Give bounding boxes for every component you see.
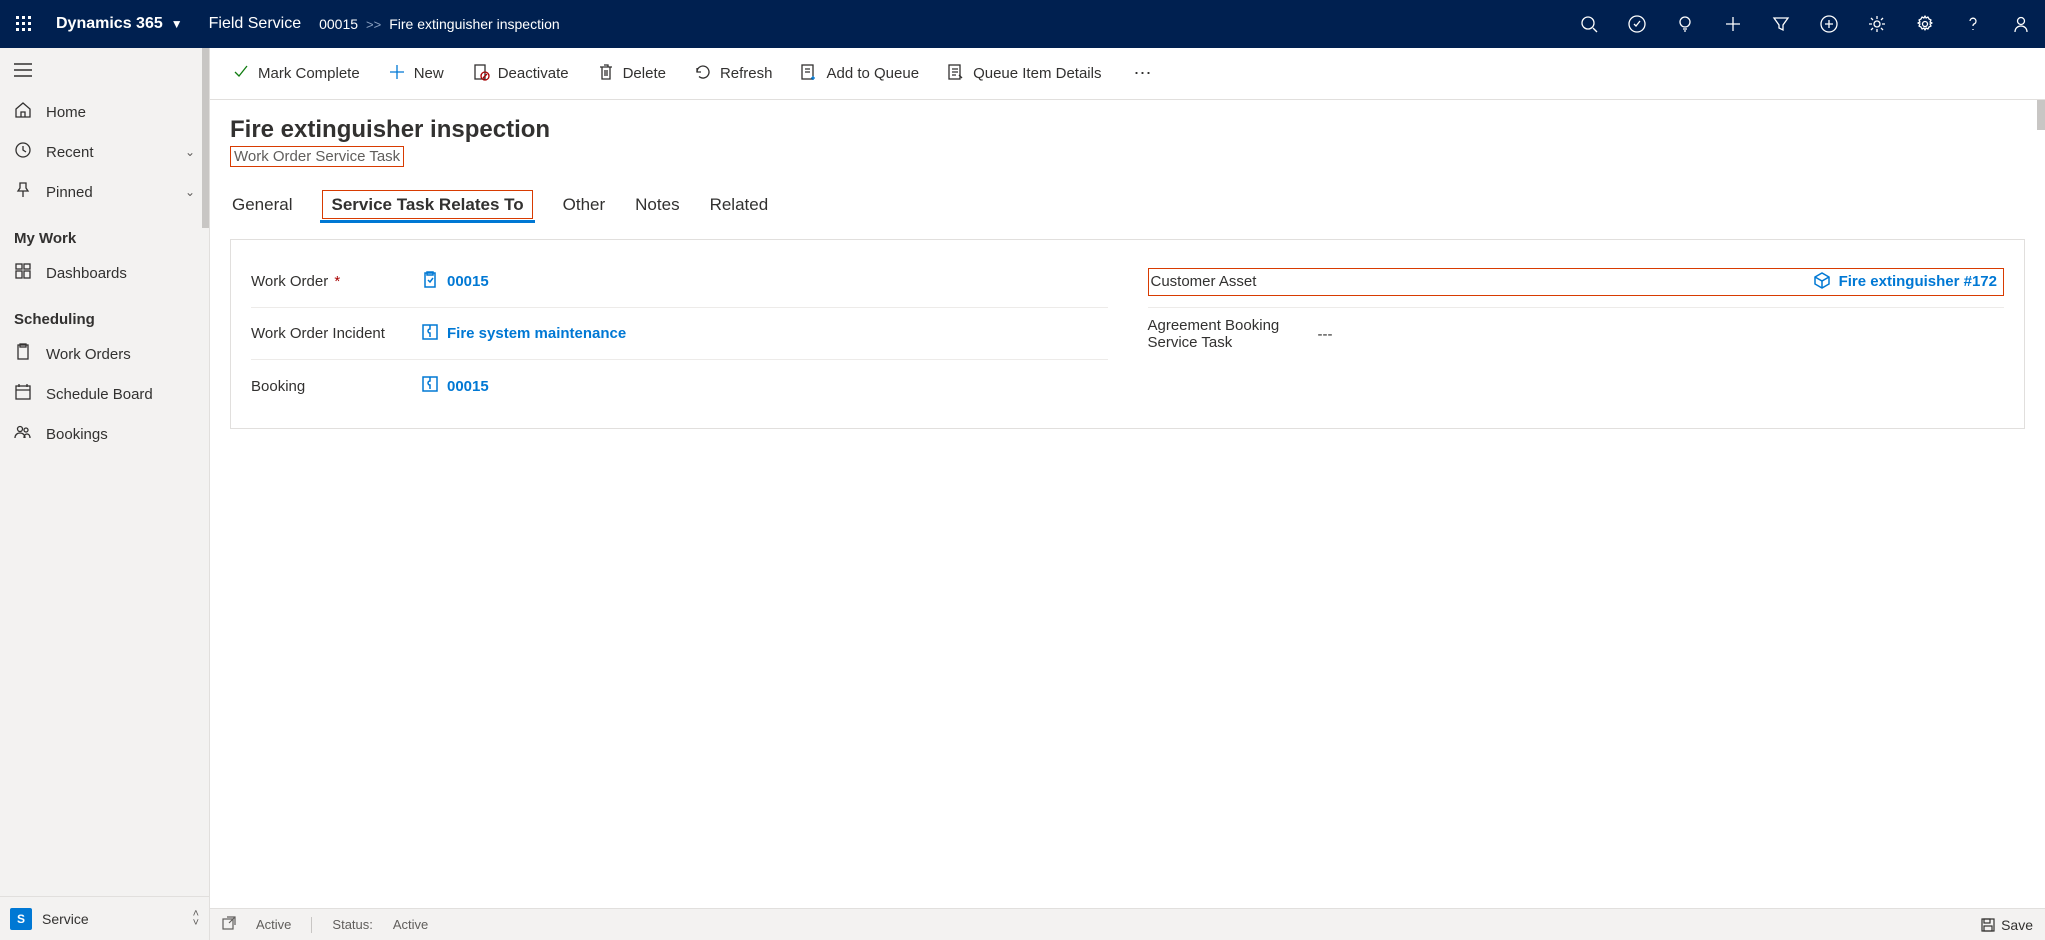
- help-icon[interactable]: [1949, 0, 1997, 48]
- calendar-icon: [14, 383, 32, 405]
- add-to-queue-button[interactable]: Add to Queue: [786, 56, 933, 92]
- field-label: Booking: [251, 378, 421, 395]
- tab-related[interactable]: Related: [708, 189, 771, 221]
- field-label: Work Order *: [251, 273, 421, 290]
- sidebar-item-dashboards[interactable]: Dashboards: [0, 253, 209, 293]
- chevron-down-icon: ⌄: [185, 185, 195, 199]
- lightbulb-icon[interactable]: [1661, 0, 1709, 48]
- add-circle-icon[interactable]: [1805, 0, 1853, 48]
- save-button[interactable]: Save: [1981, 917, 2033, 933]
- app-launcher-icon[interactable]: [0, 0, 48, 48]
- sidebar-item-work-orders[interactable]: Work Orders: [0, 334, 209, 374]
- sidebar-item-home[interactable]: Home: [0, 92, 209, 132]
- mark-complete-button[interactable]: Mark Complete: [218, 56, 374, 92]
- field-value[interactable]: Fire system maintenance: [447, 325, 626, 342]
- gear-icon[interactable]: [1901, 0, 1949, 48]
- field-booking: Booking 00015: [251, 360, 1108, 412]
- plus-icon[interactable]: [1709, 0, 1757, 48]
- refresh-button[interactable]: Refresh: [680, 56, 787, 92]
- puzzle-icon: [421, 323, 439, 345]
- app-name: Field Service: [191, 15, 319, 33]
- required-indicator: *: [330, 273, 340, 290]
- chevron-down-icon: ▼: [171, 17, 183, 31]
- field-label: Work Order Incident: [251, 325, 421, 342]
- tab-notes[interactable]: Notes: [633, 189, 681, 221]
- area-switcher[interactable]: S Service ˄˅: [0, 896, 209, 940]
- field-agreement-booking-service-task: Agreement Booking Service Task---: [1148, 308, 2005, 360]
- field-work-order: Work Order * 00015: [251, 256, 1108, 308]
- form-section: Work Order * 00015 Work Order Incident Fire…: [230, 239, 2025, 429]
- brand-label: Dynamics 365: [56, 15, 163, 33]
- popout-icon[interactable]: [222, 916, 236, 933]
- puzzle-icon: [421, 375, 439, 397]
- people-icon: [14, 423, 32, 445]
- field-label: Agreement Booking Service Task: [1148, 317, 1318, 351]
- sidebar-item-bookings[interactable]: Bookings: [0, 414, 209, 454]
- status-label: Status:: [332, 917, 372, 932]
- updown-icon: ˄˅: [193, 910, 199, 928]
- area-label: Service: [42, 911, 89, 927]
- field-work-order-incident: Work Order Incident Fire system maintenan…: [251, 308, 1108, 360]
- brand-switcher[interactable]: Dynamics 365 ▼: [48, 15, 191, 33]
- trash-icon: [597, 63, 615, 85]
- check-icon: [232, 63, 250, 85]
- form-tabs: General Service Task Relates To Other Notes…: [230, 189, 2025, 221]
- delete-button[interactable]: Delete: [583, 56, 680, 92]
- settings-simple-icon[interactable]: [1853, 0, 1901, 48]
- breadcrumb-separator: >>: [366, 17, 381, 32]
- area-badge: S: [10, 908, 32, 930]
- record-title: Fire extinguisher inspection: [230, 116, 2025, 144]
- navigation-sidebar: HomeRecent⌄Pinned⌄ My WorkDashboardsSche…: [0, 48, 210, 940]
- clipboard-icon: [421, 271, 439, 293]
- command-bar: Mark CompleteNewDeactivateDeleteRefreshA…: [210, 48, 2045, 100]
- record-state: Active: [256, 917, 291, 932]
- sidebar-item-schedule-board[interactable]: Schedule Board: [0, 374, 209, 414]
- status-value: Active: [393, 917, 428, 932]
- deactivate-button[interactable]: Deactivate: [458, 56, 583, 92]
- field-value[interactable]: Fire extinguisher #172: [1839, 273, 1997, 290]
- breadcrumb-item[interactable]: 00015: [319, 16, 358, 32]
- sidebar-item-recent[interactable]: Recent⌄: [0, 132, 209, 172]
- tab-other[interactable]: Other: [561, 189, 608, 221]
- record-entity-label: Work Order Service Task: [230, 146, 404, 167]
- chevron-down-icon: ⌄: [185, 145, 195, 159]
- dashboard-icon: [14, 262, 32, 284]
- more-commands[interactable]: ⋯: [1123, 63, 1163, 84]
- home-icon: [14, 101, 32, 123]
- refresh-icon: [694, 63, 712, 85]
- status-bar: Active Status: Active Save: [210, 908, 2045, 940]
- field-value: ---: [1318, 326, 1333, 343]
- sidebar-item-pinned[interactable]: Pinned⌄: [0, 172, 209, 212]
- field-customer-asset: Customer AssetFire extinguisher #172: [1148, 256, 2005, 308]
- clock-icon: [14, 141, 32, 163]
- tab-service-task-relates-to[interactable]: Service Task Relates To: [320, 189, 534, 221]
- main-content: Mark CompleteNewDeactivateDeleteRefreshA…: [210, 48, 2045, 940]
- box-icon: [1813, 271, 1831, 293]
- global-header: Dynamics 365 ▼ Field Service 00015 >> Fi…: [0, 0, 2045, 48]
- queue-icon: [800, 63, 818, 85]
- queue-item-details-button[interactable]: Queue Item Details: [933, 56, 1115, 92]
- deactivate-icon: [472, 63, 490, 85]
- user-icon[interactable]: [1997, 0, 2045, 48]
- sidebar-scrollbar[interactable]: [202, 48, 209, 228]
- field-value[interactable]: 00015: [447, 273, 489, 290]
- plus-icon: [388, 63, 406, 85]
- filter-icon[interactable]: [1757, 0, 1805, 48]
- pin-icon: [14, 181, 32, 203]
- clipboard-icon: [14, 343, 32, 365]
- field-value[interactable]: 00015: [447, 378, 489, 395]
- task-icon[interactable]: [1613, 0, 1661, 48]
- details-icon: [947, 63, 965, 85]
- new-button[interactable]: New: [374, 56, 458, 92]
- sidebar-section-my-work: My Work: [0, 212, 209, 253]
- sidebar-section-scheduling: Scheduling: [0, 293, 209, 334]
- breadcrumb: 00015 >> Fire extinguisher inspection: [319, 16, 560, 32]
- sidebar-toggle[interactable]: [0, 48, 209, 92]
- global-commands: [1565, 0, 2045, 48]
- breadcrumb-item[interactable]: Fire extinguisher inspection: [389, 16, 559, 32]
- tab-general[interactable]: General: [230, 189, 294, 221]
- search-icon[interactable]: [1565, 0, 1613, 48]
